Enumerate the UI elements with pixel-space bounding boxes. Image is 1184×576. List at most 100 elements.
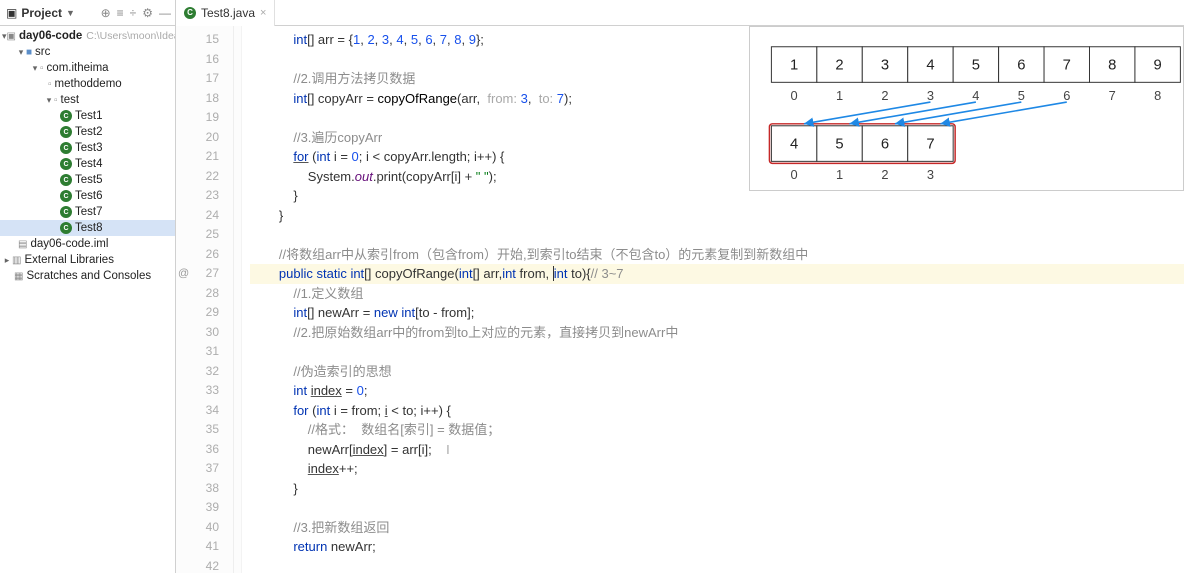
- code-line[interactable]: //1.定义数组: [250, 284, 1184, 304]
- code-line[interactable]: newArr[index] = arr[i]; I: [250, 440, 1184, 460]
- class-icon: C: [60, 158, 72, 170]
- svg-text:0: 0: [791, 88, 798, 103]
- tree-methoddemo[interactable]: ▫methoddemo: [0, 76, 175, 92]
- tree-src[interactable]: ▾■src: [0, 44, 175, 60]
- tree-class-test8[interactable]: CTest8: [0, 220, 175, 236]
- code-line[interactable]: public static int[] copyOfRange(int[] ar…: [250, 264, 1184, 284]
- locate-icon[interactable]: ⊕: [101, 6, 111, 20]
- tree-root[interactable]: ▾▣day06-codeC:\Users\moon\IdeaProjects: [0, 28, 175, 44]
- tree-iml[interactable]: ▤day06-code.iml: [0, 236, 175, 252]
- line-number: @27: [176, 264, 233, 284]
- svg-text:4: 4: [926, 57, 934, 73]
- editor-tabs: C Test8.java ×: [176, 0, 275, 26]
- tree-class-test7[interactable]: CTest7: [0, 204, 175, 220]
- tree-class-test6[interactable]: CTest6: [0, 188, 175, 204]
- tree-test[interactable]: ▾▫test: [0, 92, 175, 108]
- code-line[interactable]: }: [250, 206, 1184, 226]
- line-number: 42: [176, 557, 233, 576]
- line-number: 15: [176, 30, 233, 50]
- line-number: 16: [176, 50, 233, 70]
- tree-class-test3[interactable]: CTest3: [0, 140, 175, 156]
- project-title: Project: [21, 6, 62, 20]
- svg-text:5: 5: [972, 57, 980, 73]
- code-line[interactable]: [250, 557, 1184, 576]
- svg-text:1: 1: [790, 57, 798, 73]
- code-line[interactable]: //伪造索引的思想: [250, 362, 1184, 382]
- tree-ext-lib[interactable]: ▸▥External Libraries: [0, 252, 175, 268]
- line-number: 36: [176, 440, 233, 460]
- line-number: 30: [176, 323, 233, 343]
- code-line[interactable]: [250, 498, 1184, 518]
- line-number: 29: [176, 303, 233, 323]
- tree-pkg[interactable]: ▾▫com.itheima: [0, 60, 175, 76]
- code-line[interactable]: int index = 0;: [250, 381, 1184, 401]
- code-line[interactable]: for (int i = from; i < to; i++) {: [250, 401, 1184, 421]
- svg-text:7: 7: [926, 137, 934, 153]
- code-line[interactable]: index++;: [250, 459, 1184, 479]
- code-line[interactable]: }: [250, 479, 1184, 499]
- svg-text:2: 2: [881, 88, 888, 103]
- code-line[interactable]: //3.把新数组返回: [250, 518, 1184, 538]
- svg-text:6: 6: [1017, 57, 1025, 73]
- svg-text:5: 5: [1018, 88, 1025, 103]
- collapse-icon[interactable]: ÷: [130, 6, 137, 20]
- code-line[interactable]: //格式： 数组名[索引] = 数据值；: [250, 420, 1184, 440]
- diagram-overlay: 123456789 012345678 4567 0123: [749, 26, 1184, 191]
- svg-text:8: 8: [1154, 88, 1161, 103]
- class-icon: C: [60, 222, 72, 234]
- line-number: 20: [176, 128, 233, 148]
- line-number: 23: [176, 186, 233, 206]
- tree-class-test1[interactable]: CTest1: [0, 108, 175, 124]
- override-icon[interactable]: @: [178, 264, 189, 284]
- editor[interactable]: 151617181920212223242526@272829303132333…: [176, 26, 1184, 573]
- tree-class-test2[interactable]: CTest2: [0, 124, 175, 140]
- line-number: 39: [176, 498, 233, 518]
- chevron-down-icon: ▼: [66, 8, 75, 18]
- project-icon: ▣: [6, 6, 17, 20]
- svg-text:4: 4: [790, 137, 798, 153]
- code-line[interactable]: int[] newArr = new int[to - from];: [250, 303, 1184, 323]
- svg-text:9: 9: [1154, 57, 1162, 73]
- code-line[interactable]: return newArr;: [250, 537, 1184, 557]
- tab-test8[interactable]: C Test8.java ×: [176, 0, 275, 26]
- close-icon[interactable]: ×: [260, 7, 266, 19]
- class-icon: C: [60, 190, 72, 202]
- line-number: 21: [176, 147, 233, 167]
- line-number: 17: [176, 69, 233, 89]
- svg-text:3: 3: [927, 88, 934, 103]
- project-tree[interactable]: ▾▣day06-codeC:\Users\moon\IdeaProjects ▾…: [0, 26, 176, 573]
- tree-class-test4[interactable]: CTest4: [0, 156, 175, 172]
- line-number: 32: [176, 362, 233, 382]
- svg-text:5: 5: [835, 137, 843, 153]
- svg-text:7: 7: [1063, 57, 1071, 73]
- code-line[interactable]: //将数组arr中从索引from（包含from）开始,到索引to结束（不包含to…: [250, 245, 1184, 265]
- class-icon: C: [60, 142, 72, 154]
- expand-icon[interactable]: ≡: [117, 6, 124, 20]
- line-number: 34: [176, 401, 233, 421]
- code-line[interactable]: //2.把原始数组arr中的from到to上对应的元素，直接拷贝到newArr中: [250, 323, 1184, 343]
- line-number: 22: [176, 167, 233, 187]
- class-icon: C: [184, 7, 196, 19]
- svg-text:2: 2: [835, 57, 843, 73]
- svg-text:0: 0: [791, 167, 798, 182]
- line-gutter: 151617181920212223242526@272829303132333…: [176, 26, 234, 573]
- svg-text:3: 3: [881, 57, 889, 73]
- line-number: 18: [176, 89, 233, 109]
- line-number: 28: [176, 284, 233, 304]
- svg-text:8: 8: [1108, 57, 1116, 73]
- root-path: C:\Users\moon\IdeaProjects: [86, 30, 176, 42]
- tree-class-test5[interactable]: CTest5: [0, 172, 175, 188]
- svg-text:1: 1: [836, 88, 843, 103]
- line-number: 24: [176, 206, 233, 226]
- line-number: 38: [176, 479, 233, 499]
- class-icon: C: [60, 126, 72, 138]
- line-number: 25: [176, 225, 233, 245]
- code-line[interactable]: [250, 225, 1184, 245]
- hide-icon[interactable]: —: [159, 6, 171, 20]
- code-line[interactable]: [250, 342, 1184, 362]
- tree-scratches[interactable]: ▦Scratches and Consoles: [0, 268, 175, 284]
- gear-icon[interactable]: ⚙: [142, 6, 153, 20]
- svg-text:6: 6: [881, 137, 889, 153]
- class-icon: C: [60, 206, 72, 218]
- project-panel-header[interactable]: ▣ Project ▼ ⊕ ≡ ÷ ⚙ —: [0, 0, 176, 26]
